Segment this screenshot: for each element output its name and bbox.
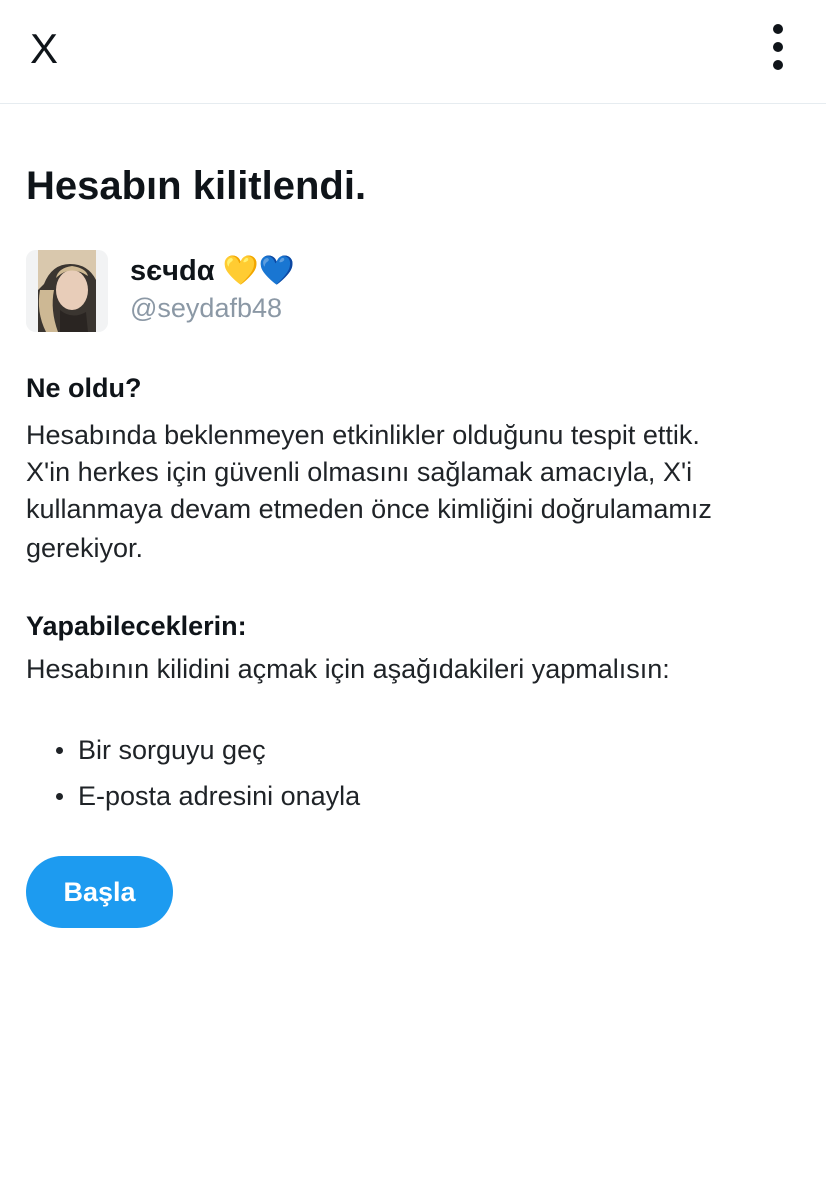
- page-title: Hesabın kilitlendi.: [26, 164, 367, 208]
- bullet-icon: [56, 747, 63, 754]
- what-you-can-do-heading: Yapabileceklerin:: [26, 611, 247, 641]
- what-happened-line: gerekiyor.: [26, 533, 144, 563]
- username-handle: @seydafb48: [130, 293, 283, 323]
- what-happened-line: X'in herkes için güvenli olmasını sağlam…: [26, 457, 693, 487]
- more-options-icon[interactable]: [760, 24, 796, 70]
- bullet-icon: [56, 793, 63, 800]
- what-happened-heading: Ne oldu?: [26, 373, 142, 403]
- top-bar: X: [0, 0, 826, 104]
- display-name: sєчdα 💛💙: [130, 255, 295, 287]
- unlock-instructions: Hesabının kilidini açmak için aşağıdakil…: [26, 654, 670, 684]
- close-button[interactable]: X: [30, 22, 70, 76]
- what-happened-line: Hesabında beklenmeyen etkinlikler olduğu…: [26, 420, 700, 450]
- list-item-label: E-posta adresini onayla: [78, 781, 361, 811]
- account-card: sєчdα 💛💙 @seydafb48: [26, 250, 426, 334]
- list-item: Bir sorguyu geç: [56, 732, 266, 768]
- list-item: E-posta adresini onayla: [56, 778, 361, 814]
- what-happened-line: kullanmaya devam etmeden önce kimliğini …: [26, 494, 712, 524]
- start-button[interactable]: Başla: [26, 856, 173, 928]
- list-item-label: Bir sorguyu geç: [78, 735, 266, 765]
- avatar: [26, 250, 108, 332]
